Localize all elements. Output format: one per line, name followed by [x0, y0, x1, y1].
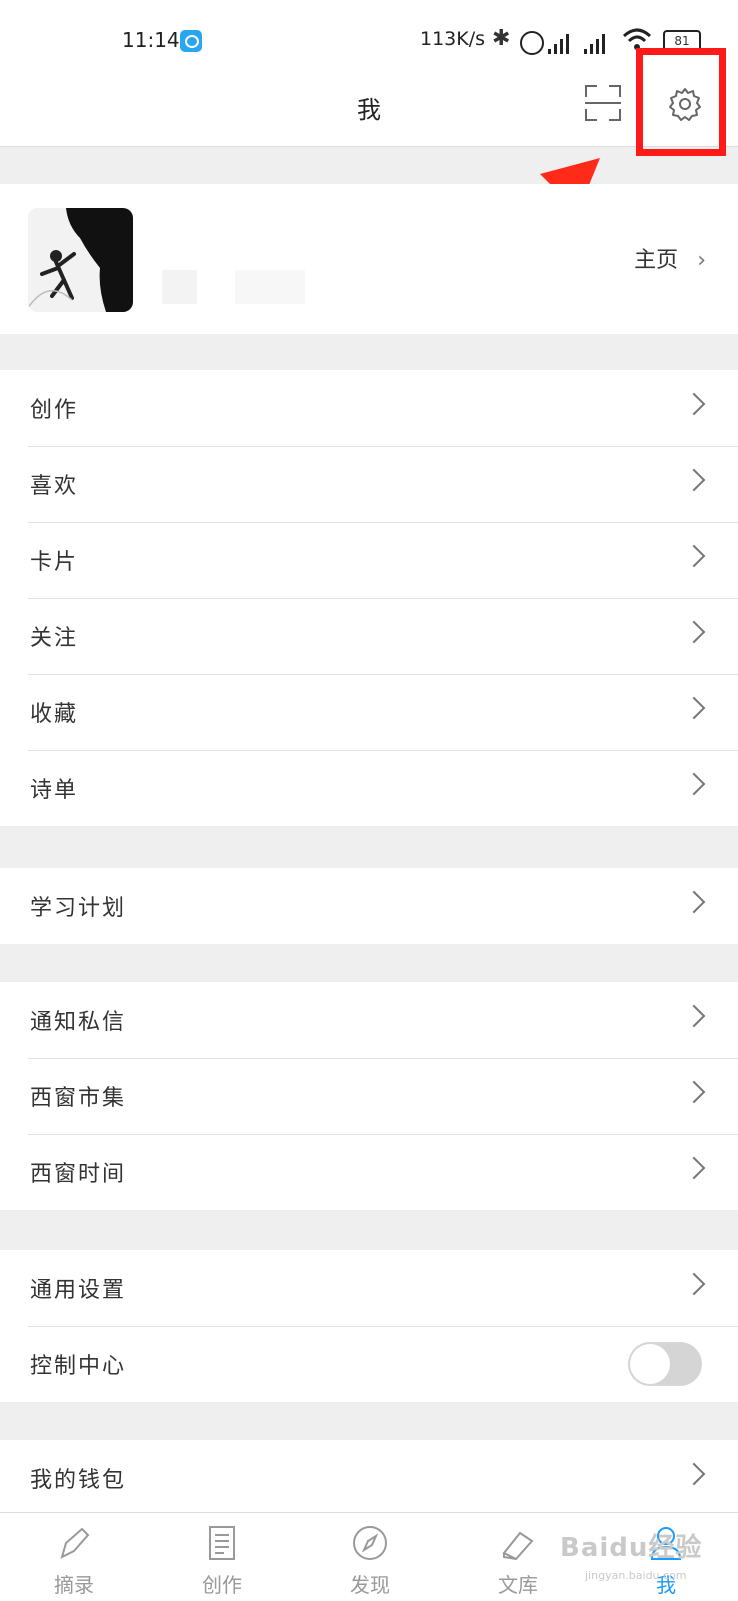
tab-label: 摘录: [54, 1573, 94, 1597]
network-speed: 113K/s: [420, 28, 486, 50]
books-icon: [502, 1531, 534, 1561]
document-icon: [209, 1526, 235, 1560]
chevron-right-icon: [682, 696, 706, 720]
chevron-right-icon: [682, 392, 706, 416]
menu-item-notifications[interactable]: 通知私信: [0, 982, 738, 1058]
alarm-icon: [520, 31, 544, 55]
username-blurred: [162, 270, 197, 304]
scan-icon[interactable]: [585, 85, 621, 121]
userinfo-blurred: [235, 270, 305, 304]
menu-item-create[interactable]: 创作: [0, 370, 738, 446]
control-center-toggle[interactable]: [628, 1342, 702, 1386]
menu-label: 学习计划: [30, 896, 127, 921]
bottom-tab-bar: 摘录 创作 发现 文库 我 Baidu经验 jingyan.baidu.com: [0, 1512, 738, 1601]
menu-group-social: 通知私信 西窗市集 西窗时间: [0, 982, 738, 1210]
menu-item-poem-lists[interactable]: 诗单: [0, 750, 738, 826]
menu-item-favorites[interactable]: 收藏: [0, 674, 738, 750]
status-time: 11:14: [122, 28, 180, 52]
page-title: 我: [357, 96, 381, 124]
tab-excerpts[interactable]: 摘录: [0, 1513, 148, 1601]
watermark-url: jingyan.baidu.com: [585, 1569, 687, 1582]
chevron-right-icon: [682, 890, 706, 914]
menu-label: 创作: [30, 398, 79, 423]
menu-label: 西窗市集: [30, 1086, 127, 1111]
menu-item-wallet[interactable]: 我的钱包: [0, 1440, 738, 1516]
qq-notification-icon: [180, 30, 202, 52]
homepage-link[interactable]: 主页 ›: [634, 242, 706, 274]
settings-highlight-box: [636, 48, 726, 156]
compass-icon: [353, 1526, 387, 1560]
menu-item-cards[interactable]: 卡片: [0, 522, 738, 598]
chevron-right-icon: ›: [697, 248, 706, 273]
menu-item-control-center: 控制中心: [0, 1326, 738, 1402]
menu-label: 关注: [30, 626, 79, 651]
chevron-right-icon: [682, 620, 706, 644]
signal-icon: [584, 30, 608, 54]
chevron-right-icon: [682, 1080, 706, 1104]
chevron-right-icon: [682, 1462, 706, 1486]
profile-card[interactable]: 主页 ›: [0, 184, 738, 334]
menu-item-study-plan[interactable]: 学习计划: [0, 868, 738, 944]
title-bar: 我: [0, 60, 738, 147]
menu-label: 收藏: [30, 702, 79, 727]
menu-label: 西窗时间: [30, 1162, 127, 1187]
menu-label: 通用设置: [30, 1278, 127, 1303]
tab-label: 发现: [350, 1573, 390, 1597]
chevron-right-icon: [682, 772, 706, 796]
chevron-right-icon: [682, 1272, 706, 1296]
menu-label: 通知私信: [30, 1010, 127, 1035]
tab-create[interactable]: 创作: [148, 1513, 296, 1601]
chevron-right-icon: [682, 1156, 706, 1180]
menu-group-settings: 通用设置 控制中心: [0, 1250, 738, 1402]
menu-group-study: 学习计划: [0, 868, 738, 944]
chevron-right-icon: [682, 468, 706, 492]
menu-item-likes[interactable]: 喜欢: [0, 446, 738, 522]
menu-group-content: 创作 喜欢 卡片 关注 收藏 诗单: [0, 370, 738, 826]
menu-item-following[interactable]: 关注: [0, 598, 738, 674]
homepage-label: 主页: [634, 248, 679, 273]
tab-discover[interactable]: 发现: [296, 1513, 444, 1601]
menu-label: 我的钱包: [30, 1468, 127, 1493]
avatar[interactable]: [28, 208, 133, 312]
menu-group-wallet: 我的钱包: [0, 1440, 738, 1516]
menu-item-market[interactable]: 西窗市集: [0, 1058, 738, 1134]
menu-item-time[interactable]: 西窗时间: [0, 1134, 738, 1210]
pen-icon: [60, 1527, 90, 1559]
menu-label: 控制中心: [30, 1354, 127, 1379]
signal-icon: [548, 30, 572, 54]
menu-label: 诗单: [30, 778, 79, 803]
chevron-right-icon: [682, 544, 706, 568]
watermark: Baidu经验: [560, 1533, 703, 1563]
menu-item-general-settings[interactable]: 通用设置: [0, 1250, 738, 1326]
menu-label: 卡片: [30, 550, 79, 575]
bluetooth-icon: ✱: [492, 26, 511, 51]
menu-label: 喜欢: [30, 474, 79, 499]
chevron-right-icon: [682, 1004, 706, 1028]
tab-label: 创作: [202, 1573, 242, 1597]
toggle-knob: [630, 1344, 670, 1384]
tab-label: 文库: [498, 1573, 538, 1597]
